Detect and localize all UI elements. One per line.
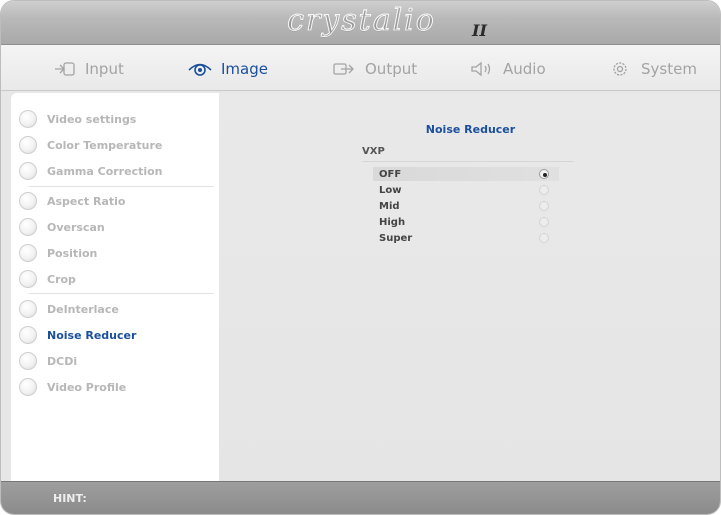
tab-audio[interactable]: Audio [469,57,546,81]
tab-system[interactable]: System [607,57,697,81]
tab-image[interactable]: Image [187,57,268,81]
sidebar-item-label: Aspect Ratio [47,194,126,208]
option-super[interactable]: Super [373,231,559,245]
tab-label: Input [85,60,124,78]
radio-icon [19,352,37,370]
sidebar-item-label: Noise Reducer [47,328,137,342]
tab-input[interactable]: Input [51,57,124,81]
sidebar-item-dcdi[interactable]: DCDi [19,350,219,372]
sidebar-item-label: DCDi [47,354,78,368]
radio-icon [19,162,37,180]
output-icon [331,60,357,78]
radio-icon [19,192,37,210]
radio-selected-icon [539,169,549,179]
option-low[interactable]: Low [373,183,559,197]
tab-label: System [641,60,697,78]
option-label: OFF [379,168,402,180]
speaker-icon [469,60,495,78]
sidebar: Video settings Color Temperature Gamma C… [11,93,219,481]
sidebar-item-deinterlace[interactable]: DeInterlace [19,298,219,320]
eye-icon [187,60,213,78]
sidebar-item-label: Video settings [47,112,137,126]
hint-label: HINT: [53,492,87,505]
radio-icon [539,217,549,227]
header-bar: crystalio II [1,1,720,45]
radio-icon [19,270,37,288]
radio-icon [539,233,549,243]
sidebar-divider [29,293,214,294]
tab-label: Output [365,60,418,78]
tab-output[interactable]: Output [331,57,417,81]
group-divider [362,161,574,162]
sidebar-item-position[interactable]: Position [19,242,219,264]
sidebar-item-label: Overscan [47,220,105,234]
radio-icon [539,185,549,195]
main-tabs: Input Image Output Audio System [1,45,720,91]
settings-panel: Noise Reducer VXP OFF Low Mid High Super [219,93,720,481]
option-label: Mid [379,200,400,212]
sidebar-item-label: DeInterlace [47,302,119,316]
tab-label: Audio [503,60,546,78]
sidebar-item-video-profile[interactable]: Video Profile [19,376,219,398]
crystalio-window: crystalio II Input Image Output Audio Sy… [0,0,721,515]
radio-icon [19,326,37,344]
sidebar-item-label: Position [47,246,98,260]
radio-icon [19,300,37,318]
sidebar-item-overscan[interactable]: Overscan [19,216,219,238]
sidebar-item-label: Gamma Correction [47,164,163,178]
option-label: Low [379,184,402,196]
option-label: Super [379,232,413,244]
app-logo: crystalio [287,3,436,39]
sidebar-item-label: Color Temperature [47,138,163,152]
option-mid[interactable]: Mid [373,199,559,213]
radio-icon [19,378,37,396]
app-logo-suffix: II [472,21,487,40]
sidebar-item-label: Crop [47,272,76,286]
sidebar-item-aspect-ratio[interactable]: Aspect Ratio [19,190,219,212]
hint-bar: HINT: [1,481,720,514]
option-label: High [379,216,406,228]
option-off[interactable]: OFF [373,167,559,181]
radio-icon [19,136,37,154]
gear-icon [607,60,633,78]
input-icon [51,60,77,78]
option-high[interactable]: High [373,215,559,229]
radio-icon [19,110,37,128]
tab-label: Image [221,60,268,78]
sidebar-item-crop[interactable]: Crop [19,268,219,290]
sidebar-item-gamma-correction[interactable]: Gamma Correction [19,160,219,182]
sidebar-item-color-temperature[interactable]: Color Temperature [19,134,219,156]
group-title: VXP [362,146,385,157]
radio-icon [539,201,549,211]
radio-icon [19,218,37,236]
radio-icon [19,244,37,262]
sidebar-item-video-settings[interactable]: Video settings [19,108,219,130]
sidebar-item-noise-reducer[interactable]: Noise Reducer [19,324,219,346]
sidebar-item-label: Video Profile [47,380,127,394]
page-title: Noise Reducer [425,123,516,136]
sidebar-divider [29,186,214,187]
